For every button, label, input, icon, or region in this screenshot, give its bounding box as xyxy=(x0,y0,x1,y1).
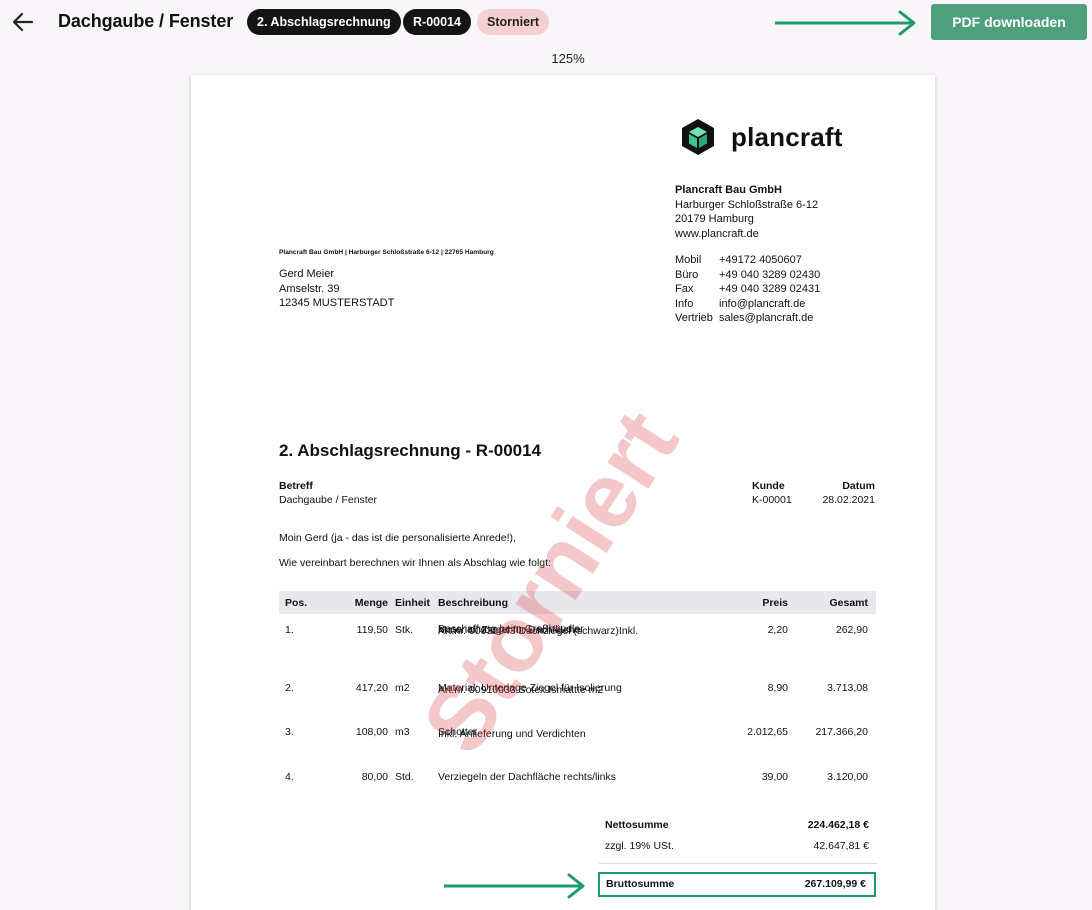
company-city: 20179 Hamburg xyxy=(675,213,754,225)
company-web: www.plancraft.de xyxy=(675,227,759,240)
recipient-name: Gerd Meier xyxy=(279,268,335,280)
date-block: Datum 28.02.2021 xyxy=(822,480,875,506)
recipient-city: 12345 MUSTERSTADT xyxy=(279,297,395,309)
logo-text: plancraft xyxy=(731,121,843,152)
table-row: 3. 108,00 m3 Schotter Inkl. Anlieferung … xyxy=(285,726,868,740)
plancraft-logo-icon xyxy=(682,119,714,155)
annotation-arrow-icon xyxy=(775,10,916,36)
contact-row: Fax +49 040 3289 02431 xyxy=(675,283,821,295)
company-street: Harburger Schloßstraße 6-12 xyxy=(675,198,819,211)
status-badge: Storniert xyxy=(477,9,550,35)
gross-total-row: Bruttosumme 267.109,99 € xyxy=(598,872,876,897)
document-page: plancraft Plancraft Bau GmbH Harburger S… xyxy=(191,75,935,910)
company-logo: plancraft xyxy=(681,118,843,156)
table-row: 2. 417,20 m2 Material: Unterlage Ziegel … xyxy=(285,682,868,696)
company-name: Plancraft Bau GmbH xyxy=(675,184,782,196)
company-contacts: Mobil +49172 4050607 Büro +49 040 3289 024… xyxy=(675,253,820,326)
document-number-badge: R-00014 xyxy=(403,9,471,35)
table-row: 4. 80,00 Std. Verziegeln der Dachfläche … xyxy=(285,771,868,783)
totals-block: Nettosumme 224.462,18 € zzgl. 19% USt. 4… xyxy=(599,819,877,864)
totals-divider xyxy=(599,863,877,864)
contact-row: Vertrieb sales@plancraft.de xyxy=(675,312,814,324)
sender-return-line: Plancraft Bau GmbH | Harburger Schloßstr… xyxy=(279,249,494,256)
customer-number-block: Kunde K-00001 xyxy=(752,480,792,506)
contact-row: Mobil +49172 4050607 xyxy=(675,254,802,266)
zoom-level[interactable]: 125% xyxy=(528,51,608,66)
subject-block: Betreff Dachgaube / Fenster xyxy=(279,480,378,506)
greeting-text: Moin Gerd (ja - das ist die personalisie… xyxy=(279,532,516,544)
gross-total-value: 267.109,99 € xyxy=(804,878,866,890)
annotation-arrow-icon xyxy=(444,873,585,899)
page-title: Dachgaube / Fenster xyxy=(58,11,234,31)
gross-total-label: Bruttosumme xyxy=(606,878,675,890)
document-type-badge: 2. Abschlagsrechnung xyxy=(247,9,401,35)
recipient-street: Amselstr. 39 xyxy=(279,282,340,295)
recipient-address: Gerd Meier Amselstr. 39 12345 MUSTERSTAD… xyxy=(279,267,394,311)
back-arrow-icon[interactable] xyxy=(10,9,36,35)
pdf-download-button[interactable]: PDF downloaden xyxy=(931,4,1087,40)
document-title: 2. Abschlagsrechnung - R-00014 xyxy=(279,441,542,460)
contact-row: Info info@plancraft.de xyxy=(675,297,806,310)
vat-row: zzgl. 19% USt. 42.647,81 € xyxy=(605,840,869,852)
table-header: Pos. Menge Einheit Beschreibung Preis Ge… xyxy=(279,591,876,614)
contact-row: Büro +49 040 3289 02430 xyxy=(675,268,821,281)
net-total-row: Nettosumme 224.462,18 € xyxy=(605,819,869,831)
top-bar: Dachgaube / Fenster 2. Abschlagsrechnung… xyxy=(0,0,1092,44)
line-items-table: Pos. Menge Einheit Beschreibung Preis Ge… xyxy=(279,591,876,790)
company-address: Plancraft Bau GmbH Harburger Schloßstraß… xyxy=(675,183,818,241)
table-row: 1. 119,50 Stk. Material: Ziegel für Dach… xyxy=(285,623,868,637)
intro-text: Wie vereinbart berechnen wir Ihnen als A… xyxy=(279,557,551,569)
